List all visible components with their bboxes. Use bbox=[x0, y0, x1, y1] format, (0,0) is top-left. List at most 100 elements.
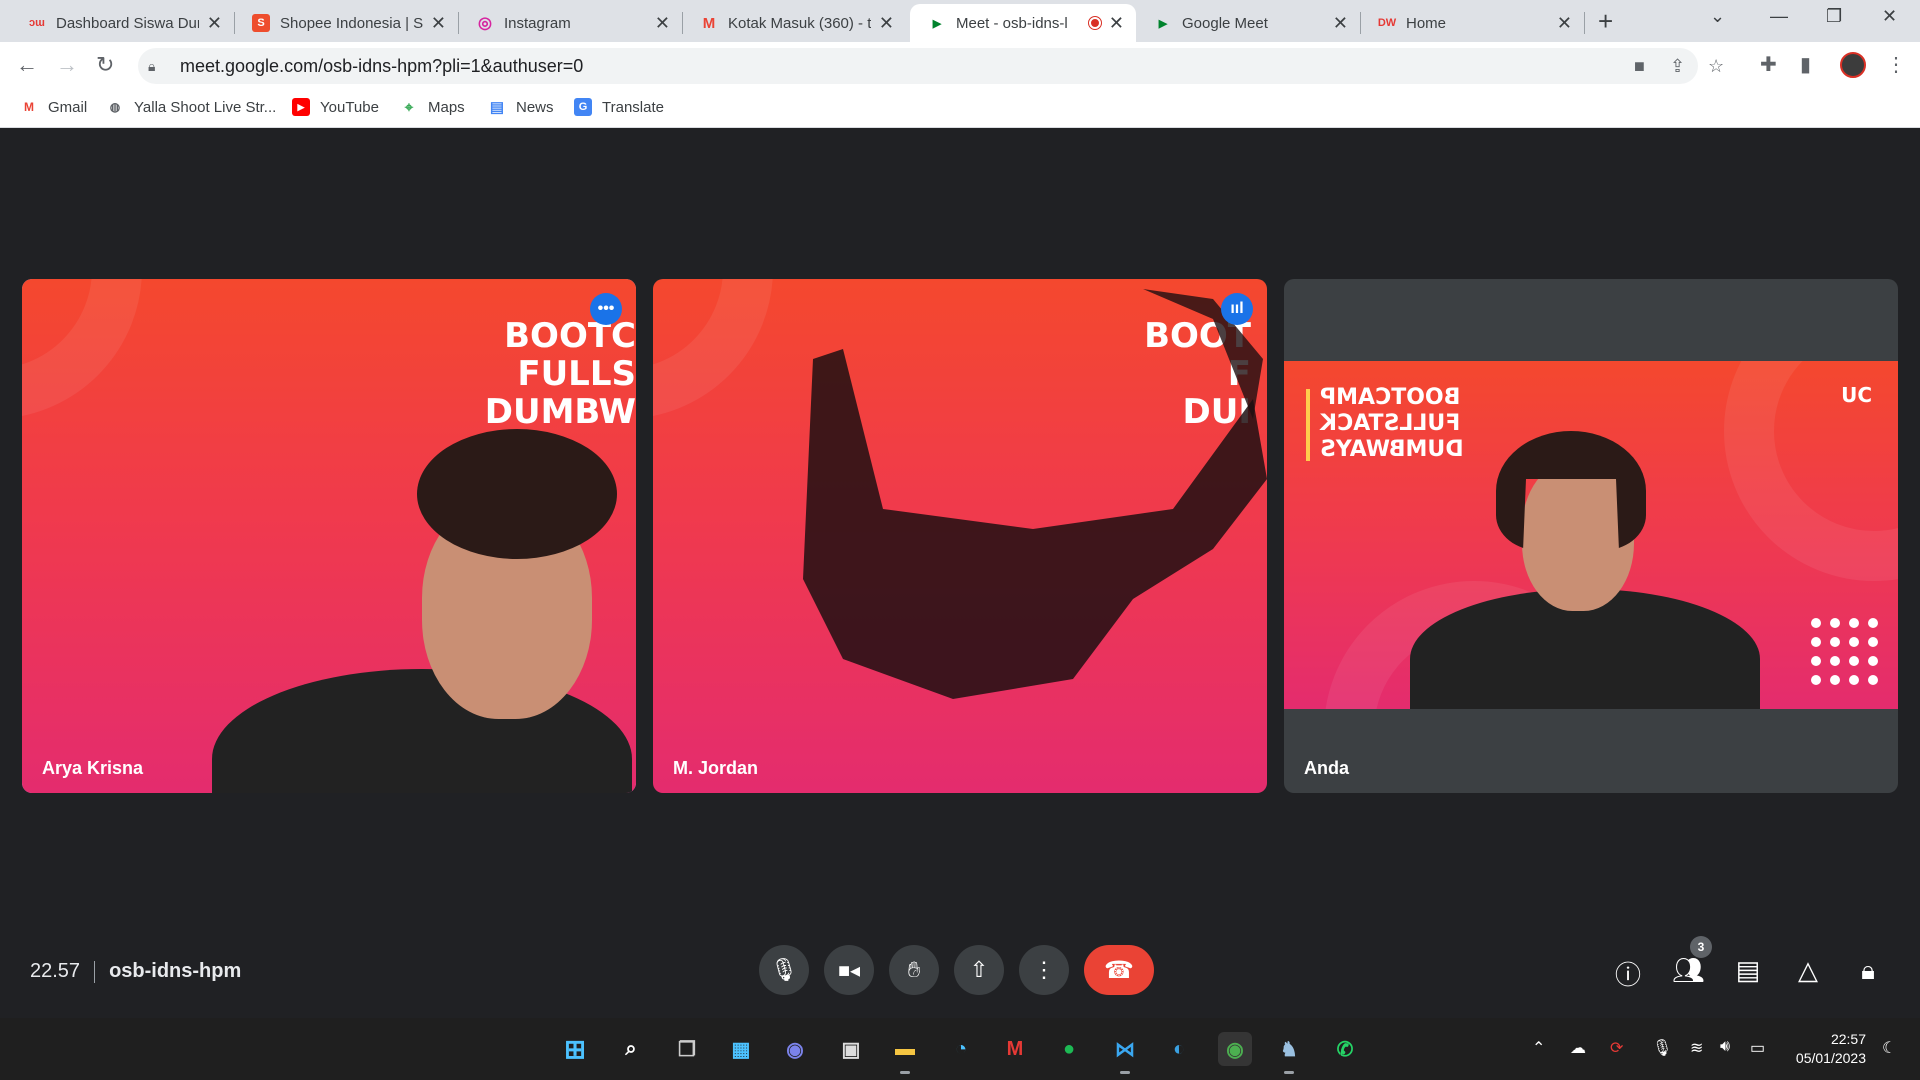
store-icon[interactable]: ▣ bbox=[834, 1032, 868, 1066]
task-view-icon[interactable]: ❐ bbox=[670, 1032, 704, 1066]
sync-icon[interactable]: ⟳ bbox=[1610, 1038, 1623, 1058]
avatar[interactable] bbox=[1840, 52, 1866, 78]
bookmark-label: Translate bbox=[602, 98, 664, 116]
info-icon: ⓘ bbox=[1614, 960, 1641, 990]
tab-title: Instagram bbox=[504, 14, 571, 32]
back-icon[interactable]: ← bbox=[16, 52, 38, 78]
whatsapp-icon[interactable]: ✆ bbox=[1328, 1032, 1362, 1066]
more-menu-icon[interactable]: ⋮ bbox=[1886, 52, 1906, 77]
bookmark-label: Gmail bbox=[48, 98, 88, 116]
clock-date: 05/01/2023 bbox=[1795, 1050, 1866, 1066]
more-options-button[interactable]: ⋮ bbox=[1019, 945, 1069, 995]
background-banner-text: BOOTC FULLS DUMBW bbox=[484, 316, 636, 432]
more-icon: ⋮ bbox=[1033, 957, 1055, 982]
close-icon[interactable]: ✕ bbox=[431, 13, 446, 34]
close-icon[interactable]: ✕ bbox=[655, 13, 670, 34]
participant-tile-arya-krisna[interactable]: BOOTC FULLS DUMBW ••• Arya Krisna bbox=[22, 279, 636, 793]
reload-icon[interactable]: ↻ bbox=[96, 52, 114, 78]
chat-button[interactable]: ▤ bbox=[1732, 955, 1764, 986]
side-panel-icon[interactable]: ▮ bbox=[1800, 52, 1811, 77]
bookmarks-bar: M Gmail ◍ Yalla Shoot Live Str... ▶ YouT… bbox=[0, 90, 1920, 128]
weather-icon[interactable]: ◔ bbox=[944, 1032, 978, 1066]
file-explorer-icon[interactable]: ▬ bbox=[888, 1032, 922, 1074]
wifi-icon[interactable]: ≋ bbox=[1690, 1038, 1703, 1058]
spotify-icon[interactable]: ● bbox=[1052, 1032, 1086, 1066]
participant-tile-m-jordan[interactable]: BOOT F DUI ııl M. Jordan bbox=[653, 279, 1267, 793]
chrome-icon[interactable]: ◉ bbox=[1218, 1032, 1252, 1066]
edge-icon[interactable]: ◐ bbox=[1162, 1032, 1196, 1066]
participant-tile-self[interactable]: BOOTCAMP FULLSTACK DUMBWAYS UC Anda bbox=[1284, 279, 1898, 793]
restore-icon[interactable]: ❐ bbox=[1826, 6, 1842, 27]
tab-search-icon[interactable]: ⌄ bbox=[1710, 6, 1725, 27]
tab-title: Shopee Indonesia | Si bbox=[280, 14, 423, 32]
bookmark-gmail[interactable]: M Gmail bbox=[20, 98, 87, 116]
host-controls-button[interactable]: 🔒︎ bbox=[1852, 955, 1884, 987]
battery-icon[interactable]: ▭ bbox=[1750, 1038, 1765, 1058]
bookmark-maps[interactable]: ⌖ Maps bbox=[400, 98, 465, 116]
activities-button[interactable]: △ bbox=[1792, 955, 1824, 986]
translate-icon: G bbox=[574, 98, 592, 116]
bookmark-star-icon[interactable]: ☆ bbox=[1708, 56, 1724, 77]
mic-button[interactable]: 🎙︎ bbox=[759, 945, 809, 995]
system-clock[interactable]: 22:57 05/01/2023 bbox=[1796, 1030, 1866, 1068]
tab-home[interactable]: DW Home ✕ bbox=[1360, 4, 1584, 42]
tab-strip: ɔɯ Dashboard Siswa Dun ✕ S Shopee Indone… bbox=[0, 0, 1920, 42]
share-icon[interactable]: ⇪ bbox=[1670, 56, 1685, 77]
url-text[interactable]: meet.google.com/osb-idns-hpm?pli=1&authu… bbox=[180, 56, 583, 77]
vscode-icon[interactable]: ⋈ bbox=[1108, 1032, 1142, 1074]
bookmark-youtube[interactable]: ▶ YouTube bbox=[292, 98, 379, 116]
tab-instagram[interactable]: ◎ Instagram ✕ bbox=[458, 4, 682, 42]
bookmark-label: YouTube bbox=[320, 98, 379, 116]
close-icon[interactable]: ✕ bbox=[207, 13, 222, 34]
window-close-icon[interactable]: ✕ bbox=[1882, 6, 1897, 27]
bookmark-translate[interactable]: G Translate bbox=[574, 98, 664, 116]
bookmark-yalla-shoot[interactable]: ◍ Yalla Shoot Live Str... bbox=[106, 98, 277, 116]
search-icon[interactable]: ⌕ bbox=[614, 1032, 648, 1066]
tab-gmail[interactable]: M Kotak Masuk (360) - ti ✕ bbox=[682, 4, 906, 42]
tab-dashboard-siswa[interactable]: ɔɯ Dashboard Siswa Dun ✕ bbox=[10, 4, 234, 42]
address-bar[interactable]: 🔒︎ meet.google.com/osb-idns-hpm?pli=1&au… bbox=[138, 48, 1724, 84]
postgresql-icon[interactable]: ♞ bbox=[1272, 1032, 1306, 1074]
background-banner-text: BOOTCAMP FULLSTACK DUMBWAYS bbox=[1320, 385, 1464, 462]
onedrive-icon[interactable]: ☁ bbox=[1570, 1038, 1586, 1058]
bookmark-news[interactable]: ▤ News bbox=[488, 98, 554, 117]
new-tab-button[interactable]: + bbox=[1598, 6, 1613, 37]
bookmark-label: Yalla Shoot Live Str... bbox=[134, 98, 277, 116]
tab-shopee[interactable]: S Shopee Indonesia | Si ✕ bbox=[234, 4, 458, 42]
microphone-tray-icon[interactable]: 🎙︎ bbox=[1652, 1038, 1672, 1058]
tab-meet-active[interactable]: ▶ Meet - osb-idns-l ✕ bbox=[910, 4, 1136, 42]
present-button[interactable]: ⇧ bbox=[954, 945, 1004, 995]
teams-chat-icon[interactable]: ◉ bbox=[778, 1032, 812, 1066]
recording-indicator-icon bbox=[1087, 16, 1102, 30]
tab-google-meet[interactable]: ▶ Google Meet ✕ bbox=[1136, 4, 1360, 42]
meeting-details-button[interactable]: ⓘ bbox=[1612, 955, 1644, 992]
windows-taskbar: ⊞ ⌕ ❐ ▦ ◉ ▣ ▬ ◔ M ● ⋈ ◐ ◉ ♞ ✆ ⌃ ☁ ⟳ 🎙︎ ≋… bbox=[0, 1018, 1920, 1080]
start-icon[interactable]: ⊞ bbox=[558, 1032, 592, 1066]
mcafee-icon[interactable]: M bbox=[998, 1032, 1032, 1066]
volume-icon[interactable]: 🔊︎ bbox=[1720, 1038, 1730, 1056]
more-options-icon[interactable]: ••• bbox=[590, 293, 622, 325]
end-call-button[interactable]: ☎︎ bbox=[1084, 945, 1154, 995]
close-icon[interactable]: ✕ bbox=[1109, 13, 1124, 34]
camera-button[interactable]: ■◂ bbox=[824, 945, 874, 995]
mic-icon: 🎙︎ bbox=[770, 957, 798, 982]
close-icon[interactable]: ✕ bbox=[1333, 13, 1348, 34]
forward-icon[interactable]: → bbox=[56, 52, 78, 78]
meeting-code[interactable]: osb-idns-hpm bbox=[109, 960, 241, 983]
participant-name: Anda bbox=[1304, 758, 1349, 778]
browser-toolbar: ← → ↻ 🔒︎ meet.google.com/osb-idns-hpm?pl… bbox=[0, 42, 1920, 90]
close-icon[interactable]: ✕ bbox=[879, 13, 894, 34]
participant-video-hair bbox=[417, 429, 617, 559]
chevron-up-icon[interactable]: ⌃ bbox=[1532, 1038, 1545, 1058]
minimize-icon[interactable]: — bbox=[1770, 6, 1788, 27]
lock-icon[interactable]: 🔒︎ bbox=[148, 58, 172, 75]
extensions-icon[interactable]: ✚ bbox=[1760, 52, 1777, 77]
close-icon[interactable]: ✕ bbox=[1557, 13, 1572, 34]
news-icon: ▤ bbox=[489, 99, 505, 116]
raise-hand-icon: ✋︎ bbox=[907, 957, 921, 982]
camera-in-use-icon[interactable]: ■ bbox=[1634, 56, 1645, 77]
notification-icon[interactable]: ☾ bbox=[1882, 1038, 1896, 1058]
people-button[interactable]: 👥︎ bbox=[1672, 955, 1705, 986]
widgets-icon[interactable]: ▦ bbox=[724, 1032, 758, 1066]
raise-hand-button[interactable]: ✋︎ bbox=[889, 945, 939, 995]
